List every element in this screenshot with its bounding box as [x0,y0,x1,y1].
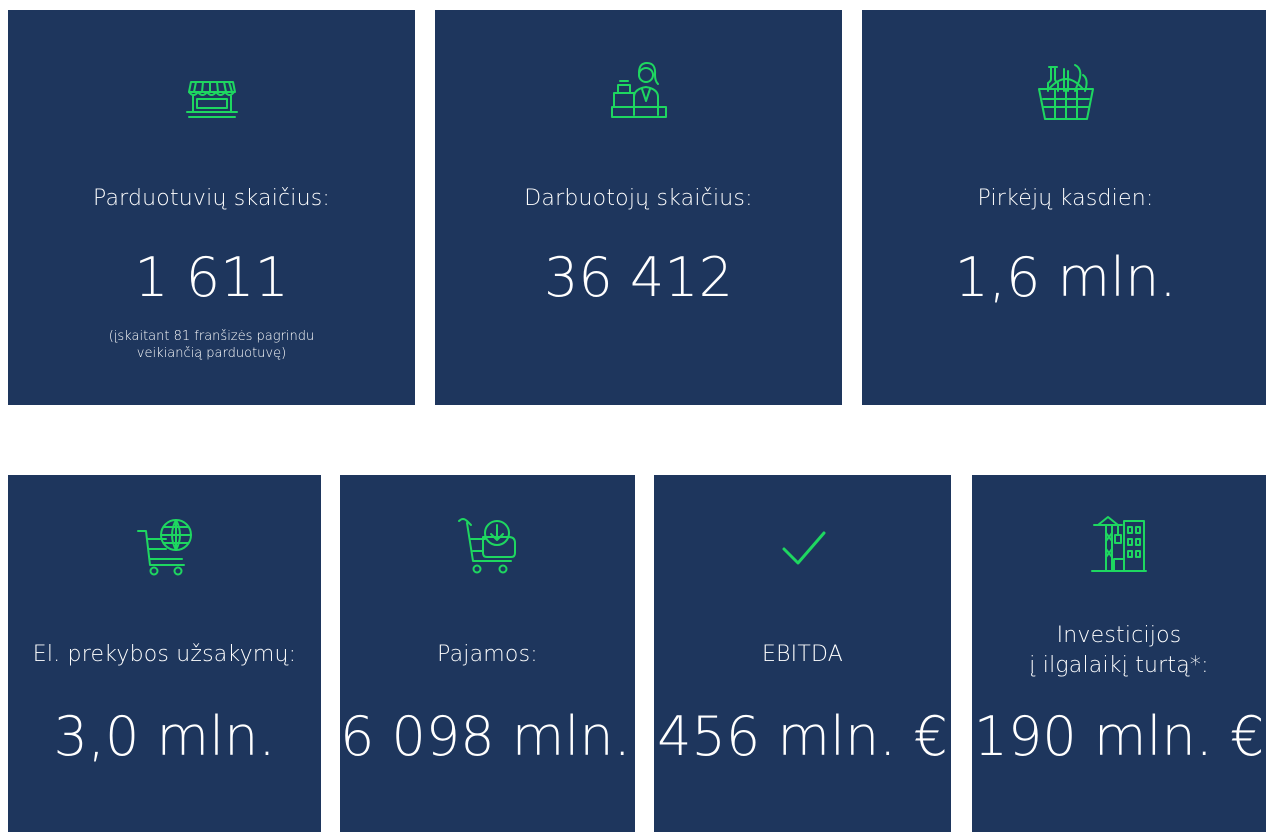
investments-label-line2: į ilgalaikį turtą*: [1029,653,1209,678]
customers-label: Pirkėjų kasdien: [977,186,1154,211]
revenue-label: Pajamos: [437,642,538,667]
revenue-card: Pajamos: 6 098 mln. € [340,475,683,832]
employees-value: 36 412 [544,246,733,309]
stats-page: Parduotuvių skaičius: 1 611 (įskaitant 8… [0,0,1266,832]
storefront-icon [177,62,247,132]
grocery-basket-icon [1031,57,1101,127]
customers-card: Pirkėjų kasdien: 1,6 mln. [862,10,1266,405]
investments-label-line1: Investicijos [1056,623,1182,648]
investments-card: Investicijos į ilgalaikį turtą*: 190 mln… [972,475,1266,832]
investments-value: 190 mln. € [973,705,1265,768]
stores-note-line2: veikiančią parduotuvę) [136,346,287,361]
stores-note-line1: (įskaitant 81 franšizės pagrindu [108,329,315,344]
cart-download-icon [453,511,523,581]
stores-value: 1 611 [134,246,289,309]
checkmark-icon [768,511,838,581]
ecommerce-cart-globe-icon [130,511,200,581]
ecommerce-card: El. prekybos užsakymų: 3,0 mln. [8,475,321,832]
employees-card: Darbuotojų skaičius: 36 412 [435,10,842,405]
stores-card: Parduotuvių skaičius: 1 611 (įskaitant 8… [8,10,415,405]
building-crane-icon [1084,511,1154,581]
ecommerce-label: El. prekybos užsakymų: [32,642,297,667]
ebitda-value: 456 mln. € [657,705,948,768]
employees-label: Darbuotojų skaičius: [524,186,753,211]
ebitda-card: EBITDA 456 mln. € [654,475,951,832]
ecommerce-value: 3,0 mln. [53,705,276,768]
revenue-value: 6 098 mln. € [340,705,683,768]
customers-value: 1,6 mln. [954,246,1177,309]
stores-label: Parduotuvių skaičius: [92,186,331,211]
ebitda-label: EBITDA [761,642,844,667]
cashier-icon [604,57,674,127]
